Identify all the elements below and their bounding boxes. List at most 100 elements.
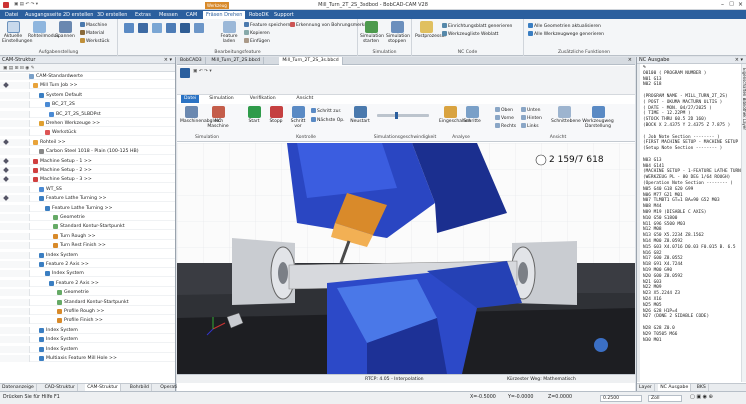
setup-sheet-button[interactable]: Einrichtungsblatt generieren <box>442 23 512 29</box>
tree-item[interactable]: Index System <box>0 251 175 259</box>
tree-item[interactable]: WT_SS <box>0 185 175 193</box>
tree-item[interactable]: Feature 2 Axis >> <box>0 279 175 287</box>
ribbon-tab[interactable]: Messen <box>156 11 181 19</box>
machine-match-button[interactable]: Maschinenabgleich <box>180 106 223 124</box>
tree-item[interactable]: Profile Finish >> <box>0 317 175 325</box>
feature-icon-5[interactable] <box>180 23 190 33</box>
current-settings-button[interactable]: Aktuelle Einstellungen <box>2 21 33 44</box>
tree-item[interactable]: Geometrie <box>0 214 175 221</box>
ribbon-tab[interactable]: RoboDK <box>246 11 272 19</box>
view-back-button[interactable]: Hinten <box>521 115 542 121</box>
tree-item[interactable]: System Default <box>0 91 175 99</box>
ribbon-tab[interactable]: Datei <box>2 11 21 19</box>
tree-item[interactable]: CAM-Standardwerte <box>0 73 175 80</box>
tree-item[interactable]: Machine Setup - 1 >> <box>0 157 175 165</box>
tree-item[interactable]: Mill Turn Job >> <box>0 82 175 90</box>
feature-icon-1[interactable] <box>124 23 134 33</box>
unit-select[interactable]: Zoll <box>648 395 682 402</box>
tree-item[interactable]: Multiaxis Feature Mill Hole >> <box>0 355 175 362</box>
status-icons[interactable]: ▢ ▣ ◉ ⊕ <box>690 394 713 400</box>
tree-toolbar-icons[interactable]: ▣ ▤ ⊞ ⊟ ◉ ✎ <box>3 66 35 71</box>
nc-code-view[interactable]: % O0100 ( PROGRAM NUMBER ) N01 G13 N02 G18 (… <box>637 65 741 381</box>
maximize-icon[interactable]: □ <box>729 1 734 7</box>
ribbon-tab[interactable]: Fräsen Drehen <box>203 11 246 19</box>
tree-item[interactable]: Feature Lathe Turning >> <box>0 204 175 212</box>
zoom-field[interactable]: 0.2500 <box>600 395 642 402</box>
clamping-button[interactable]: Spannen <box>54 21 76 39</box>
doc-close-icon[interactable]: × <box>628 57 632 63</box>
section-plane-button[interactable]: Schnittebene <box>551 106 581 124</box>
ribbon-tab[interactable]: Ausgangsseite <box>22 11 65 19</box>
3d-viewport[interactable]: 2 159/7 618 <box>177 143 635 374</box>
view-right-button[interactable]: Rechts <box>495 123 516 129</box>
paste-button[interactable]: Einfügen <box>244 38 270 44</box>
minimize-icon[interactable]: – <box>721 1 724 8</box>
document-tab[interactable]: Mill_Turn_2T_2S_3s.bbcd <box>279 57 343 65</box>
postprocessor-button[interactable]: Postprozessor <box>415 21 446 39</box>
tree-item[interactable]: Rohteil >> <box>0 138 175 146</box>
speed-slider-thumb[interactable] <box>395 112 398 119</box>
ribbon-tab[interactable]: CAM <box>183 11 200 19</box>
tree-item[interactable]: Machine Setup - 3 >> <box>0 176 175 184</box>
simulation-tab[interactable]: Simulation <box>206 95 236 103</box>
update-geometry-button[interactable]: Alle Geometrien aktualisieren <box>528 23 601 29</box>
speed-slider[interactable] <box>377 112 429 119</box>
ribbon-tab[interactable]: Support <box>271 11 297 19</box>
machine-button[interactable]: Maschine <box>80 22 107 28</box>
simulation-tab[interactable]: Ansicht <box>293 95 316 103</box>
material-button[interactable]: Material <box>80 30 104 36</box>
step-forward-button[interactable]: Schritt vor <box>287 106 309 129</box>
workpiece-button[interactable]: Werkstück <box>80 38 109 44</box>
sim-start-button[interactable]: Start <box>243 106 265 124</box>
ribbon-tab[interactable]: 3D erstellen <box>94 11 130 19</box>
stock-mode-button[interactable]: Rohteilmodus <box>28 21 59 39</box>
tree-item[interactable]: Standard Kontur-Startpunkt <box>0 298 175 306</box>
toolpath-display-button[interactable]: Werkzeugweg Darstellung <box>581 106 615 129</box>
tree-item[interactable]: Feature Lathe Turning >> <box>0 195 175 203</box>
save-feature-button[interactable]: Feature speichern <box>244 22 290 28</box>
tree-item[interactable]: BC_2T_2S <box>0 101 175 109</box>
restart-button[interactable]: Neustart <box>349 106 371 124</box>
load-feature-button[interactable]: Feature laden <box>218 21 240 44</box>
nc-side-tabs[interactable]: Eigenschaften Bibliothek Layer <box>741 64 746 382</box>
ribbon-tab[interactable]: 2D erstellen <box>60 11 96 19</box>
side-tab-label[interactable]: Eigenschaften Bibliothek Layer <box>742 68 746 130</box>
analysis-button-1[interactable]: Eingeschalten <box>439 106 471 124</box>
tree-item[interactable]: Index System <box>0 345 175 353</box>
navigation-ball-icon[interactable] <box>594 338 608 352</box>
generate-toolpaths-button[interactable]: Alle Werkzeugwege generieren <box>528 31 604 37</box>
view-bottom-button[interactable]: Unten <box>521 107 541 113</box>
nc-machine-button[interactable]: NC Maschine <box>207 106 229 129</box>
feature-icon-3[interactable] <box>152 23 162 33</box>
feature-icon-6[interactable] <box>194 23 204 33</box>
view-left-button[interactable]: Links <box>521 123 539 129</box>
tree-item[interactable]: Carbon Steel 1018 - Plain (100-125 HB) <box>0 148 175 156</box>
next-op-button[interactable]: Nächste Op. <box>311 117 345 123</box>
panel-close-icon[interactable]: × ▾ <box>735 57 743 64</box>
tree-item[interactable]: Index System <box>0 336 175 344</box>
sim-quick-icons[interactable]: ▣ ↶ ↷ ▾ <box>193 69 212 74</box>
tree-item[interactable]: Standard Kontur-Startpunkt <box>0 223 175 231</box>
document-tab[interactable]: BobCAD3 <box>177 57 206 65</box>
feature-icon-4[interactable] <box>166 23 176 33</box>
analysis-button-2[interactable]: Schritte <box>461 106 483 124</box>
copy-button[interactable]: Kopieren <box>244 30 270 36</box>
tree-item[interactable]: Index System <box>0 326 175 334</box>
tree-item[interactable]: BC_2T_2S_5LBDPst <box>0 110 175 118</box>
start-simulation-button[interactable]: Simulation starten <box>360 21 384 44</box>
simulation-tab[interactable]: Datei <box>181 95 200 103</box>
close-icon[interactable]: × <box>738 1 743 8</box>
document-tab[interactable]: Mill_Turn_2T_2S.bbcd <box>208 57 265 65</box>
panel-close-icon[interactable]: × ▾ <box>164 57 172 64</box>
ribbon-tab[interactable]: Extras <box>132 11 154 19</box>
view-front-button[interactable]: Vorne <box>495 115 514 121</box>
tool-list-button[interactable]: Werkzeugliste Weblatt <box>442 31 498 37</box>
tree-item[interactable]: Drehen Werkzeuge >> <box>0 120 175 127</box>
tree-item[interactable]: Profile Rough >> <box>0 308 175 315</box>
tree-item[interactable]: Werkstück <box>0 129 175 137</box>
tree-item[interactable]: Turn Rough >> <box>0 232 175 240</box>
feature-icon-2[interactable] <box>138 23 148 33</box>
stop-simulation-button[interactable]: Simulation stoppen <box>386 21 410 44</box>
simulation-tab[interactable]: Verifikation <box>247 95 279 103</box>
tree-item[interactable]: Turn Rest Finish >> <box>0 242 175 250</box>
